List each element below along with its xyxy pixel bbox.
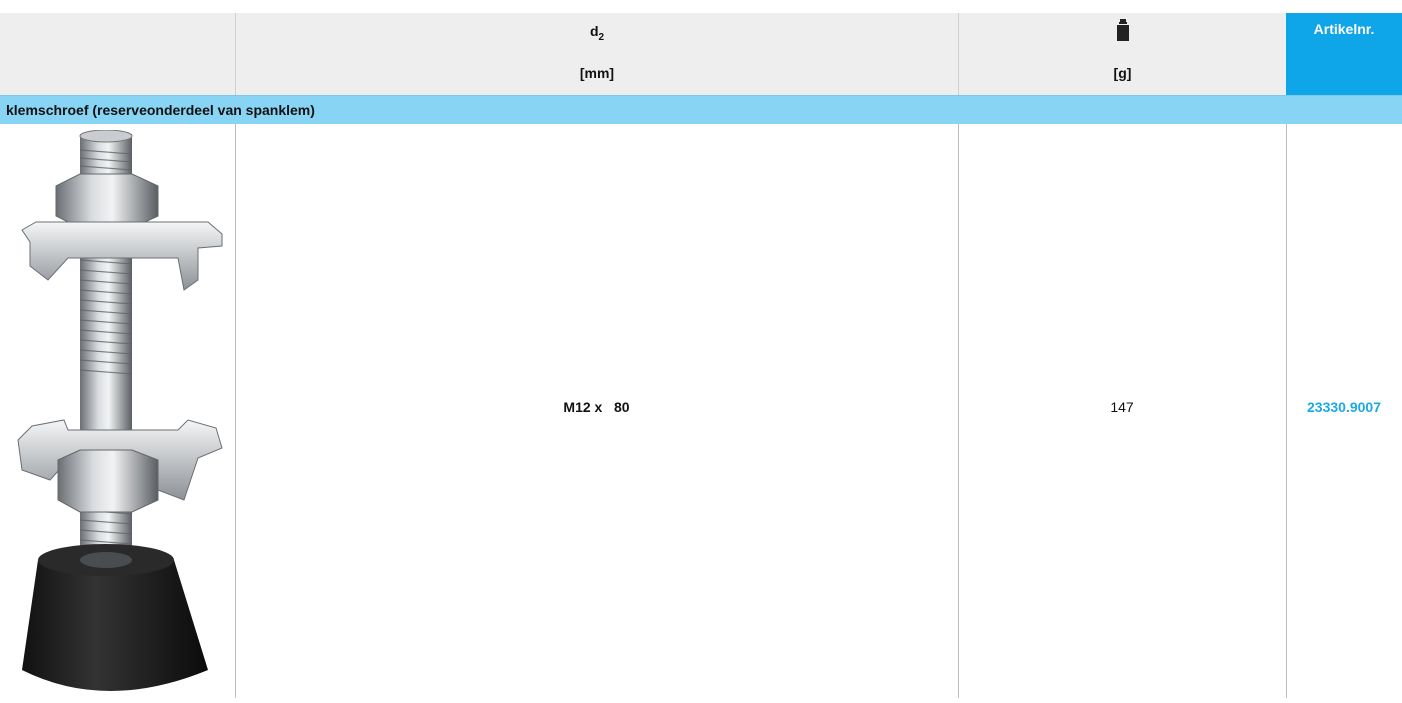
- article-label: Artikelnr.: [1313, 21, 1375, 37]
- header-weight-column: [g]: [958, 13, 1286, 95]
- dimension-value: M12 x 80: [563, 399, 630, 415]
- header-article-column: Artikelnr.: [1286, 13, 1402, 95]
- table-header: d2 [mm] [g] Artikelnr.: [0, 13, 1402, 95]
- clamp-screw-image: [8, 129, 230, 698]
- weight-icon: [959, 19, 1286, 44]
- weight-value: 147: [1110, 399, 1134, 415]
- table-row: M12 x 80 147 23330.9007: [0, 124, 1402, 698]
- section-title: klemschroef (reserveonderdeel van spankl…: [6, 102, 315, 118]
- section-header: klemschroef (reserveonderdeel van spankl…: [0, 95, 1402, 124]
- dimension-unit: [mm]: [579, 65, 615, 81]
- header-image-column: [0, 13, 235, 95]
- dimension-symbol: d2: [589, 23, 605, 43]
- weight-unit: [g]: [1113, 65, 1132, 81]
- header-dimension-column: d2 [mm]: [235, 13, 958, 95]
- article-number-link[interactable]: 23330.9007: [1286, 399, 1402, 415]
- product-table: d2 [mm] [g] Artikelnr. klemschroef (rese…: [0, 13, 1402, 698]
